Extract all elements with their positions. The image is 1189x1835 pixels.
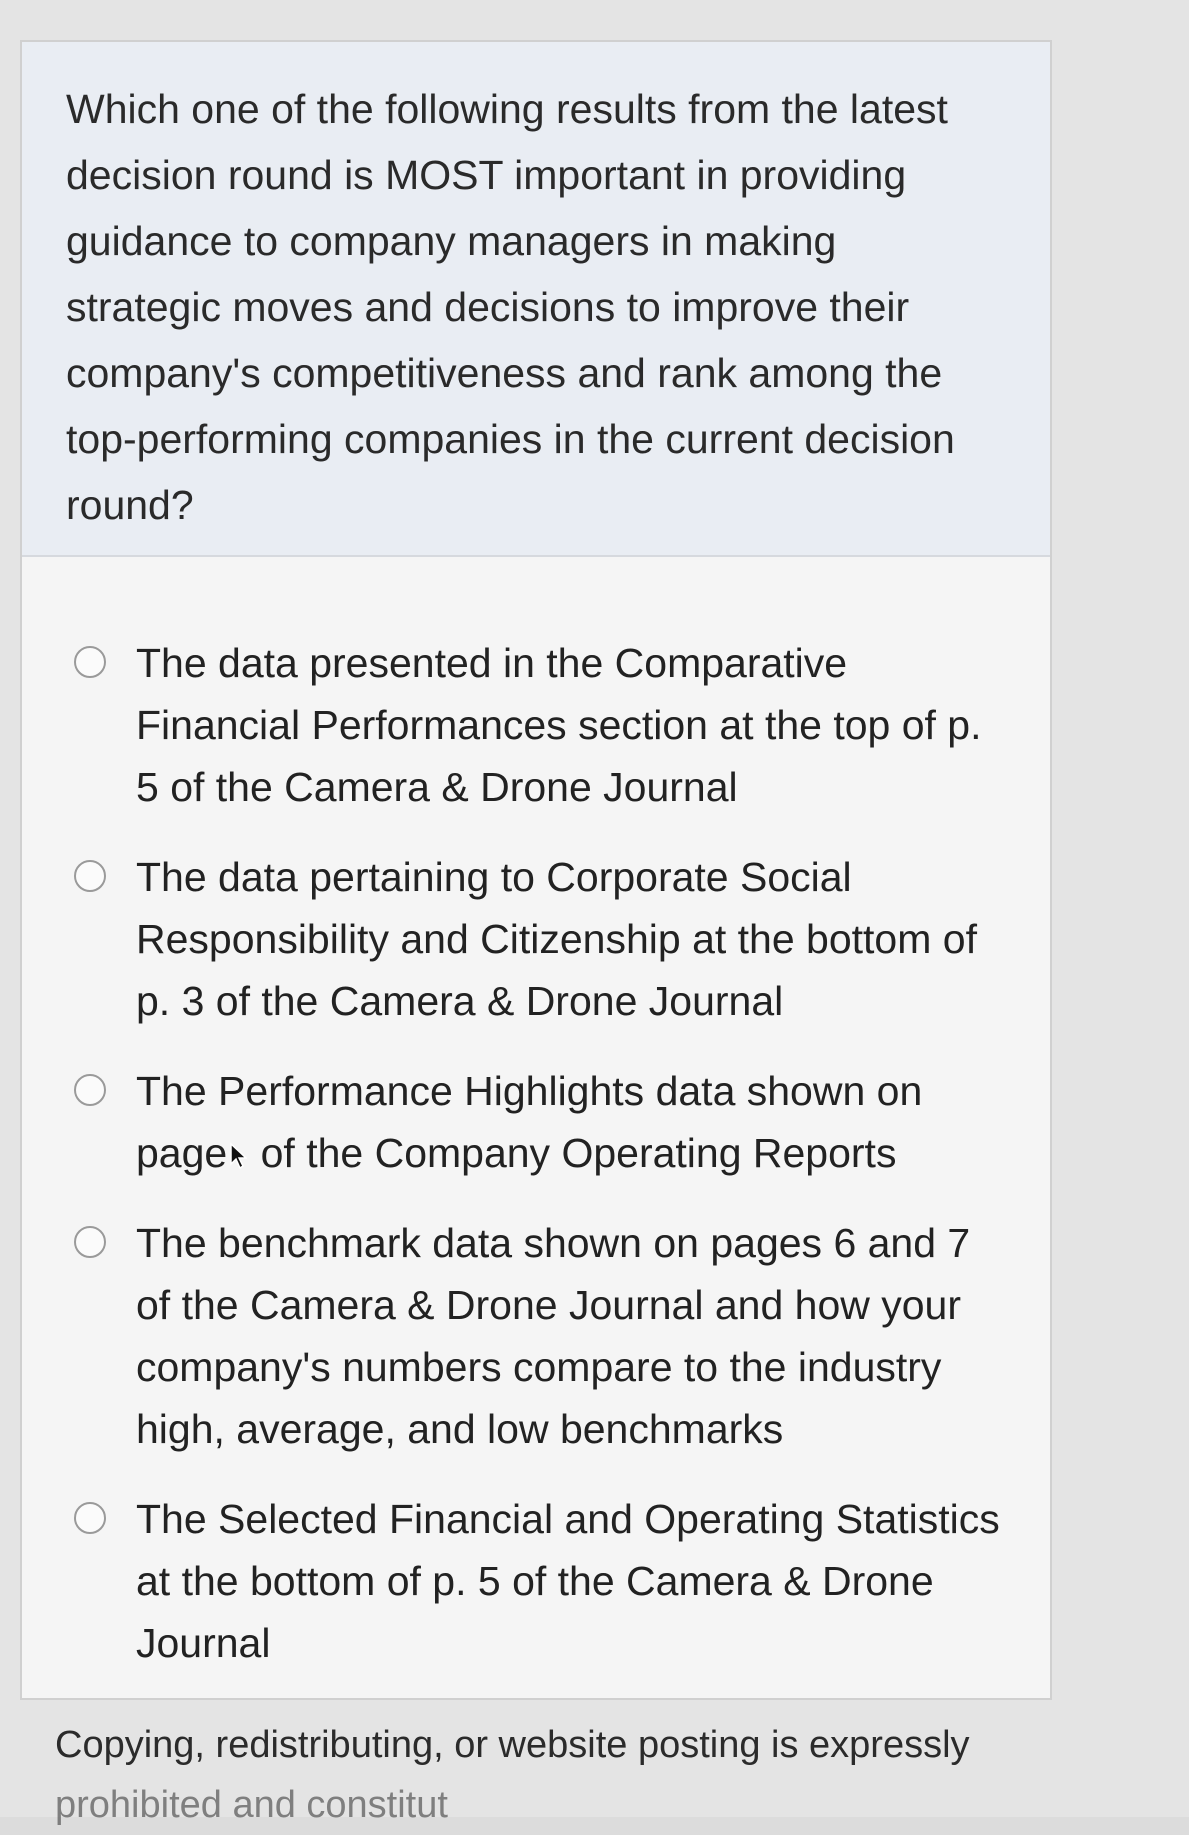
question-prompt: Which one of the following results from …	[66, 86, 955, 528]
answer-label: The Selected Financial and Operating Sta…	[136, 1496, 1000, 1666]
radio-button-icon[interactable]	[74, 1502, 106, 1534]
radio-button-icon[interactable]	[74, 1226, 106, 1258]
question-prompt-box: Which one of the following results from …	[22, 42, 1050, 557]
answer-option-4[interactable]: The benchmark data shown on pages 6 and …	[74, 1212, 1010, 1460]
answer-label: The data presented in the Comparative Fi…	[136, 640, 982, 810]
answer-label: The benchmark data shown on pages 6 and …	[136, 1220, 971, 1452]
copyright-line-1: Copying, redistributing, or website post…	[55, 1724, 970, 1766]
answer-list: The data presented in the Comparative Fi…	[22, 632, 1050, 1702]
answer-option-1[interactable]: The data presented in the Comparative Fi…	[74, 632, 1010, 818]
copyright-notice: Copying, redistributing, or website post…	[55, 1715, 1155, 1835]
copyright-line-2: prohibited and constitut	[55, 1784, 448, 1826]
answer-label: The Performance Highlights data shown on…	[136, 1060, 1010, 1184]
radio-button-icon[interactable]	[74, 646, 106, 678]
answer-option-5[interactable]: The Selected Financial and Operating Sta…	[74, 1488, 1010, 1674]
answer-label-end: of the Company Operating Reports	[249, 1130, 897, 1176]
question-card: Which one of the following results from …	[20, 40, 1052, 1700]
answer-label: The data pertaining to Corporate Social …	[136, 854, 977, 1024]
answer-option-2[interactable]: The data pertaining to Corporate Social …	[74, 846, 1010, 1032]
mouse-cursor-icon	[230, 1142, 248, 1170]
radio-button-icon[interactable]	[74, 860, 106, 892]
answer-option-3[interactable]: The Performance Highlights data shown on…	[74, 1060, 1010, 1184]
radio-button-icon[interactable]	[74, 1074, 106, 1106]
